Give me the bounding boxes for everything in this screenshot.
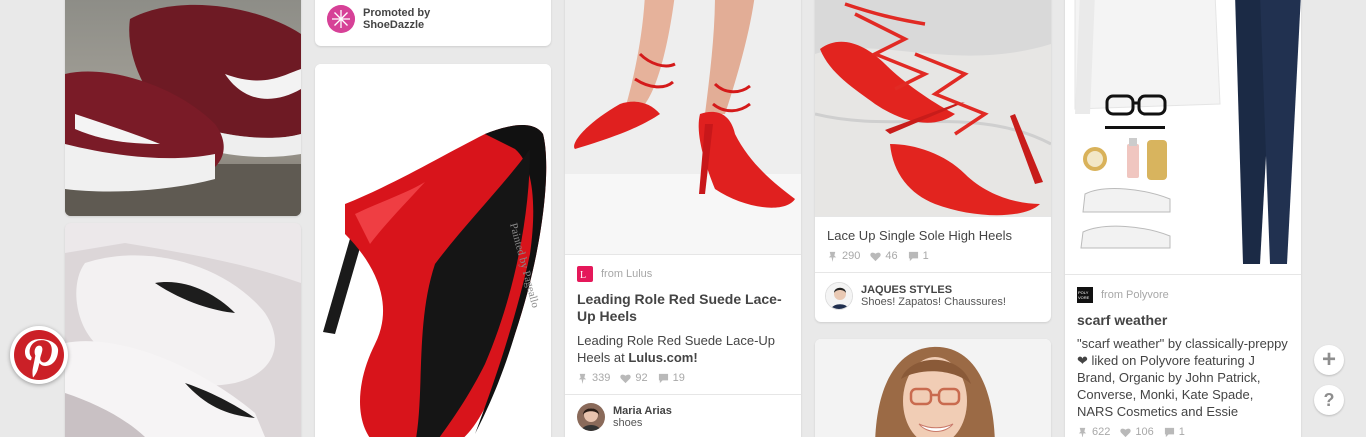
pin-laceup-heels[interactable]: Lace Up Single Sole High Heels 290 46 1 … bbox=[815, 0, 1051, 322]
pin-lulus-red-heels[interactable]: L from Lulus Leading Role Red Suede Lace… bbox=[565, 0, 801, 437]
repin-count[interactable]: 339 bbox=[577, 372, 610, 384]
pin-sneakers-white[interactable] bbox=[65, 223, 301, 437]
pin-red-patent-heel[interactable]: Painted by Pageallo bbox=[315, 64, 551, 437]
pin-description: "scarf weather" by classically-preppy ❤ … bbox=[1077, 336, 1288, 419]
pin-image-white-sneakers[interactable] bbox=[65, 223, 301, 437]
source-name[interactable]: Lulus bbox=[626, 268, 652, 280]
pin-stats: 622 106 1 bbox=[1077, 426, 1185, 437]
pinner-name: JAQUES STYLES bbox=[861, 284, 953, 296]
heart-icon bbox=[620, 374, 632, 383]
pinterest-p-icon bbox=[14, 330, 64, 380]
avatar bbox=[825, 282, 853, 310]
pinner[interactable]: Maria Arias shoes bbox=[577, 403, 672, 431]
pin-image-woman-glasses[interactable] bbox=[815, 339, 1051, 437]
pin-source[interactable]: POLY VORE from Polyvore bbox=[1077, 287, 1169, 303]
comment-count-value: 1 bbox=[922, 250, 929, 262]
like-count[interactable]: 106 bbox=[1120, 426, 1154, 437]
repin-count-value: 339 bbox=[592, 372, 611, 384]
heart-icon bbox=[870, 252, 882, 261]
pinner-name: Maria Arias bbox=[613, 405, 672, 417]
pin-image-burgundy-sneakers[interactable] bbox=[65, 0, 301, 216]
comment-count[interactable]: 1 bbox=[908, 250, 929, 262]
repin-icon bbox=[578, 373, 587, 384]
repin-count-value: 290 bbox=[842, 250, 861, 262]
comment-count-value: 1 bbox=[1178, 426, 1185, 437]
pin-title[interactable]: scarf weather bbox=[1077, 312, 1167, 329]
repin-icon bbox=[1078, 427, 1087, 437]
heart-icon bbox=[1120, 428, 1132, 437]
promoted-brand[interactable]: ShoeDazzle bbox=[363, 19, 430, 31]
pin-image-outfit-collage[interactable] bbox=[1065, 0, 1301, 274]
pin-source[interactable]: L from Lulus bbox=[577, 266, 652, 282]
like-count-value: 46 bbox=[885, 250, 898, 262]
comment-icon bbox=[658, 373, 668, 383]
polyvore-logo-icon: POLY VORE bbox=[1077, 287, 1093, 303]
question-icon: ? bbox=[1323, 389, 1335, 410]
pin-image-laceup-heels[interactable] bbox=[815, 0, 1051, 216]
pin-description: Leading Role Red Suede Lace-Up Heels at … bbox=[577, 332, 787, 366]
repin-count[interactable]: 290 bbox=[827, 250, 860, 262]
pin-polyvore-scarf-weather[interactable]: POLY VORE from Polyvore scarf weather "s… bbox=[1065, 0, 1301, 437]
source-prefix: from bbox=[601, 268, 623, 280]
like-count[interactable]: 46 bbox=[870, 250, 898, 262]
like-count[interactable]: 92 bbox=[620, 372, 648, 384]
comment-icon bbox=[908, 251, 918, 261]
pinner-board[interactable]: shoes bbox=[613, 417, 672, 429]
avatar bbox=[577, 403, 605, 431]
promoted-by[interactable]: Promoted by ShoeDazzle bbox=[327, 5, 430, 33]
pin-image-red-suede-heels[interactable] bbox=[565, 0, 801, 254]
pin-title[interactable]: Leading Role Red Suede Lace-Up Heels bbox=[577, 291, 787, 325]
pin-sneakers-burgundy[interactable] bbox=[65, 0, 301, 216]
svg-text:L: L bbox=[580, 270, 586, 281]
repin-count[interactable]: 622 bbox=[1077, 426, 1110, 437]
pin-description-link[interactable]: Lulus.com! bbox=[628, 350, 697, 365]
like-count-value: 106 bbox=[1135, 426, 1154, 437]
pinner-board[interactable]: Shoes! Zapatos! Chaussures! bbox=[861, 296, 1006, 308]
comment-count-value: 19 bbox=[672, 372, 685, 384]
add-pin-button[interactable]: + bbox=[1314, 345, 1344, 375]
source-name[interactable]: Polyvore bbox=[1126, 289, 1169, 301]
like-count-value: 92 bbox=[635, 372, 648, 384]
pin-woman-glasses[interactable] bbox=[815, 339, 1051, 437]
plus-icon: + bbox=[1321, 346, 1336, 373]
help-button[interactable]: ? bbox=[1314, 385, 1344, 415]
pin-image-red-heel[interactable]: Painted by Pageallo bbox=[315, 64, 551, 437]
pinterest-logo-button[interactable] bbox=[10, 326, 68, 384]
pin-stats: 290 46 1 bbox=[827, 250, 929, 262]
repin-icon bbox=[828, 251, 837, 262]
comment-icon bbox=[1164, 427, 1174, 437]
pin-stats: 339 92 19 bbox=[577, 372, 685, 384]
shoedazzle-logo-icon bbox=[327, 5, 355, 33]
comment-count[interactable]: 1 bbox=[1164, 426, 1185, 437]
lulus-logo-icon: L bbox=[577, 266, 593, 282]
source-prefix: from bbox=[1101, 289, 1123, 301]
comment-count[interactable]: 19 bbox=[658, 372, 685, 384]
promoted-pin-footer[interactable]: Promoted by ShoeDazzle bbox=[315, 0, 551, 46]
pinner[interactable]: JAQUES STYLES Shoes! Zapatos! Chaussures… bbox=[825, 282, 1006, 310]
repin-count-value: 622 bbox=[1092, 426, 1111, 437]
pin-title[interactable]: Lace Up Single Sole High Heels bbox=[827, 227, 1012, 244]
promoted-label: Promoted by bbox=[363, 7, 431, 19]
